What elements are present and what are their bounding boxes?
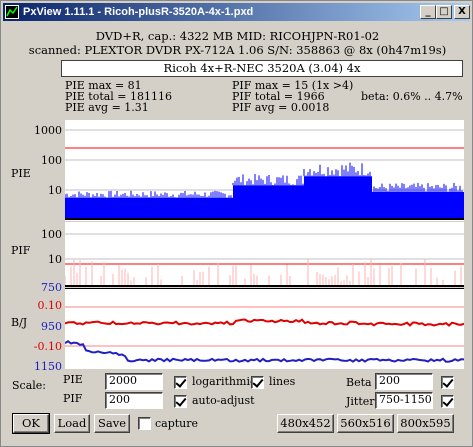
pif-scale-label: PIF — [63, 392, 83, 405]
pif-avg: PIF avg = 0.0018 — [232, 101, 330, 114]
maximize-button[interactable]: □ — [436, 5, 452, 19]
auto-adjust-label: auto-adjust — [192, 394, 255, 407]
disc-info: DVD+R, cap.: 4322 MB MID: RICOHJPN-R01-0… — [95, 29, 380, 43]
logarithmic-checkbox[interactable] — [174, 376, 187, 389]
pie-scale-label: PIE — [63, 373, 83, 386]
size-480x452-button[interactable]: 480x452 — [277, 414, 334, 433]
beta-scale-label: Beta — [346, 376, 372, 389]
app-icon — [5, 5, 19, 19]
pif-chart — [64, 222, 464, 287]
pie-segment — [304, 176, 372, 218]
pif-scale-input[interactable]: 200 — [105, 392, 163, 409]
window-title: PxView 1.11.1 - Ricoh-plusR-3520A-4x-1.p… — [23, 6, 254, 18]
pie-segment — [65, 197, 233, 218]
beta-series-line — [64, 318, 465, 327]
save-button[interactable]: Save — [94, 414, 130, 433]
auto-adjust-checkbox[interactable] — [174, 395, 187, 408]
pie-scale-input[interactable]: 2000 — [105, 373, 163, 390]
pie-tick-100: 100 — [41, 154, 62, 167]
minimize-button[interactable]: _ — [420, 5, 436, 19]
logarithmic-label: logarithmic — [192, 375, 257, 388]
jitter-tick-750: 750 — [41, 281, 62, 294]
ok-button[interactable]: OK — [12, 413, 50, 434]
pif-data-area — [64, 259, 462, 285]
bj-chart — [64, 287, 465, 369]
jitter-tick-950: 950 — [41, 320, 62, 333]
pie-segment — [233, 185, 304, 218]
jitter-series-line — [64, 339, 465, 363]
beta-scale-input[interactable]: 200 — [375, 373, 433, 390]
pie-chart-svg — [64, 129, 464, 220]
pie-chart — [64, 120, 464, 221]
jitter-checkbox[interactable] — [441, 395, 454, 408]
pxview-window: PxView 1.11.1 - Ricoh-plusR-3520A-4x-1.p… — [0, 0, 473, 447]
pie-tick-10: 10 — [48, 184, 62, 197]
capture-label: capture — [155, 417, 199, 430]
pie-segment — [372, 191, 464, 218]
pif-chart-svg — [64, 233, 464, 287]
disc-label: Ricoh 4x+R-NEC 3520A (3.04) 4x — [61, 60, 463, 77]
scale-label: Scale: — [12, 379, 46, 392]
size-560x516-button[interactable]: 560x516 — [337, 414, 394, 433]
pie-tick-1000: 1000 — [34, 124, 62, 137]
pif-tick-10: 10 — [48, 253, 62, 266]
capture-checkbox[interactable] — [138, 417, 151, 430]
jitter-scale-input[interactable]: 750-1150 — [375, 392, 433, 409]
beta-checkbox[interactable] — [441, 376, 454, 389]
pie-avg: PIE avg = 1.31 — [65, 101, 149, 114]
load-button[interactable]: Load — [54, 414, 90, 433]
pie-chart-label: PIE — [11, 167, 31, 180]
pif-tick-100: 100 — [41, 228, 62, 241]
close-button[interactable]: X — [454, 5, 470, 19]
bj-chart-svg — [64, 287, 465, 363]
scan-info: scanned: PLEXTOR DVDR PX-712A 1.06 S/N: … — [28, 43, 447, 57]
title-bar[interactable]: PxView 1.11.1 - Ricoh-plusR-3520A-4x-1.p… — [3, 3, 470, 21]
size-800x595-button[interactable]: 800x595 — [397, 414, 454, 433]
beta-range: beta: 0.6% .. 4.7% — [361, 90, 463, 103]
lines-checkbox[interactable] — [251, 376, 264, 389]
beta-tick-neg010: -0.10 — [33, 340, 62, 353]
jitter-tick-1150: 1150 — [34, 360, 62, 373]
jitter-scale-label: Jitter — [346, 395, 375, 408]
lines-label: lines — [269, 375, 296, 388]
beta-tick-010: 0.10 — [37, 299, 63, 312]
